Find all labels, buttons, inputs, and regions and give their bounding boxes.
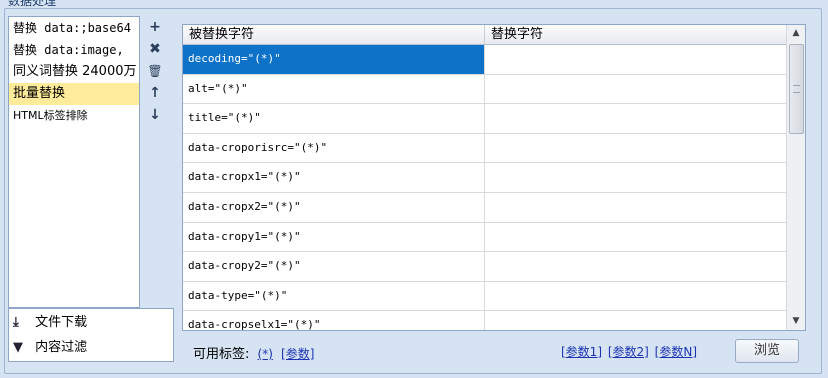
table-row[interactable]: data-croporisrc="(*)" — [183, 133, 805, 164]
rule-list[interactable]: 替换 data:;base64 替换 data:image, 同义词替换 240… — [8, 16, 140, 308]
grid-body: decoding="(*)" alt="(*)" title="(*)" data-c… — [183, 45, 805, 330]
download-icon: ⤓ — [13, 315, 19, 330]
file-download-item[interactable]: ⤓ 文件下载 — [9, 312, 173, 334]
target-cell[interactable] — [485, 45, 787, 74]
filter-icon: ▼ — [13, 340, 23, 355]
target-cell[interactable] — [485, 281, 787, 311]
table-row[interactable]: data-cropx1="(*)" — [183, 163, 805, 193]
source-cell[interactable]: data-cropy1="(*)" — [183, 222, 485, 252]
available-tags: 可用标签: (*) [参数] — [193, 343, 314, 362]
list-item[interactable]: 替换 data:;base64 — [9, 17, 139, 39]
scroll-down-icon[interactable]: ▼ — [787, 313, 805, 330]
bottom-actions: ⤓ 文件下载 ▼ 内容过滤 — [8, 308, 174, 362]
target-cell[interactable] — [485, 163, 787, 192]
table-row[interactable]: decoding="(*)" — [183, 45, 805, 75]
scroll-thumb[interactable] — [789, 44, 804, 134]
target-cell[interactable] — [485, 104, 787, 133]
tag-link-wildcard[interactable]: (*) — [258, 347, 273, 361]
column-header-source[interactable]: 被替换字符 — [183, 25, 485, 44]
file-download-label: 文件下载 — [35, 315, 88, 330]
group-title: 数据处理 — [8, 0, 57, 8]
source-cell[interactable]: data-cropx2="(*)" — [183, 192, 485, 222]
table-row[interactable]: data-type="(*)" — [183, 281, 805, 312]
param-link-1[interactable]: [参数1] — [561, 345, 602, 359]
table-row[interactable]: data-cropy2="(*)" — [183, 252, 805, 282]
source-cell[interactable]: decoding="(*)" — [183, 45, 485, 74]
content-filter-item[interactable]: ▼ 内容过滤 — [9, 337, 173, 359]
content-filter-label: 内容过滤 — [35, 340, 88, 355]
param-links: [参数1] [参数2] [参数N] — [561, 343, 699, 360]
target-cell[interactable] — [485, 252, 787, 281]
target-cell[interactable] — [485, 222, 787, 252]
table-row[interactable]: data-cropselx1="(*)" — [183, 311, 805, 330]
table-row[interactable]: alt="(*)" — [183, 74, 805, 105]
table-row[interactable]: title="(*)" — [183, 104, 805, 134]
target-cell[interactable] — [485, 311, 787, 330]
list-item-selected[interactable]: 批量替换 — [9, 83, 139, 105]
source-cell[interactable]: data-cropx1="(*)" — [183, 163, 485, 192]
tags-label: 可用标签: — [193, 347, 250, 362]
move-up-icon[interactable]: ↑ — [142, 82, 168, 104]
target-cell[interactable] — [485, 74, 787, 104]
grid-header: 被替换字符 替换字符 — [183, 25, 805, 45]
list-item[interactable]: 替换 data:image, — [9, 39, 139, 61]
trash-icon[interactable]: 🗑 — [142, 60, 168, 82]
source-cell[interactable]: data-croporisrc="(*)" — [183, 133, 485, 163]
target-cell[interactable] — [485, 192, 787, 222]
table-row[interactable]: data-cropx2="(*)" — [183, 192, 805, 223]
source-cell[interactable]: title="(*)" — [183, 104, 485, 133]
param-link-2[interactable]: [参数2] — [608, 345, 649, 359]
source-cell[interactable]: data-type="(*)" — [183, 281, 485, 311]
list-toolbar: + ✖ 🗑 ↑ ↓ — [142, 16, 172, 308]
move-down-icon[interactable]: ↓ — [142, 104, 168, 126]
param-link-n[interactable]: [参数N] — [655, 345, 697, 359]
source-cell[interactable]: data-cropselx1="(*)" — [183, 311, 485, 330]
list-item[interactable]: HTML标签排除 — [9, 105, 139, 127]
source-cell[interactable]: alt="(*)" — [183, 74, 485, 104]
list-item[interactable]: 同义词替换 24000万 — [9, 61, 139, 83]
replace-grid[interactable]: 被替换字符 替换字符 decoding="(*)" alt="(*)" title=… — [182, 24, 806, 331]
table-row[interactable]: data-cropy1="(*)" — [183, 222, 805, 253]
scroll-up-icon[interactable]: ▲ — [787, 25, 805, 42]
grip-icon — [793, 85, 800, 93]
target-cell[interactable] — [485, 133, 787, 163]
vertical-scrollbar[interactable]: ▲ ▼ — [786, 25, 805, 330]
add-icon[interactable]: + — [142, 16, 168, 38]
tag-link-param[interactable]: [参数] — [281, 347, 314, 361]
source-cell[interactable]: data-cropy2="(*)" — [183, 252, 485, 281]
browse-button[interactable]: 浏览 — [735, 339, 799, 363]
column-header-target[interactable]: 替换字符 — [485, 25, 787, 44]
delete-icon[interactable]: ✖ — [142, 38, 168, 60]
